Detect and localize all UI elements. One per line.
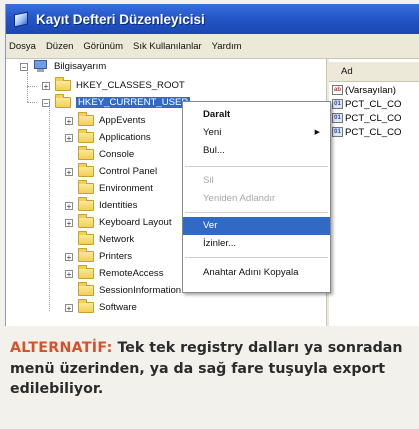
folder-icon [78, 231, 94, 245]
expand-icon[interactable]: + [42, 81, 50, 90]
menu-separator [185, 257, 328, 258]
folder-icon [78, 112, 94, 126]
context-item-new[interactable]: Yeni ▶ [183, 124, 330, 142]
tree-item-keyboard-layout[interactable]: + Keyboard Layout [65, 214, 172, 230]
caption-tag: ALTERNATİF: [10, 340, 113, 356]
values-pane: Ad ab (Varsayılan) 01 PCT_CL_CO 01 PCT_C… [329, 59, 419, 326]
expand-icon[interactable]: + [65, 201, 73, 210]
registry-editor-icon [12, 10, 30, 28]
tree-item-appevents[interactable]: + AppEvents [65, 112, 146, 128]
tree-item-software[interactable]: + Software [65, 299, 137, 315]
folder-icon [78, 265, 94, 279]
tree-hive-current-user[interactable]: − HKEY_CURRENT_USER [42, 94, 191, 110]
tree-item-label: Network [99, 234, 135, 245]
figure-caption: ALTERNATİF: Tek tek registry dalları ya … [10, 338, 410, 400]
registry-editor-window: Kayıt Defteri Düzenleyicisi Dosya Düzen … [5, 4, 419, 326]
context-item-export[interactable]: Ver [183, 217, 330, 235]
expand-icon[interactable]: + [65, 116, 73, 125]
menu-edit[interactable]: Düzen [41, 41, 78, 52]
menu-file[interactable]: Dosya [6, 41, 41, 52]
menu-help[interactable]: Yardım [207, 41, 247, 52]
tree-item-label: Software [99, 302, 137, 313]
tree-item-network[interactable]: Network [78, 231, 135, 247]
collapse-icon[interactable]: − [20, 62, 28, 71]
folder-icon [78, 299, 94, 313]
value-row[interactable]: ab (Varsayılan) [332, 83, 396, 97]
tree-item-label: AppEvents [99, 115, 146, 126]
folder-icon [78, 129, 94, 143]
context-item-copy-key-name[interactable]: Anahtar Adını Kopyala [183, 264, 330, 282]
tree-root-label: Bilgisayarım [54, 61, 107, 72]
tree-item-label: SessionInformation [99, 285, 182, 296]
title-bar[interactable]: Kayıt Defteri Düzenleyicisi [6, 4, 419, 34]
binary-value-icon: 01 [332, 127, 343, 137]
submenu-arrow-icon: ▶ [314, 129, 320, 136]
value-name: PCT_CL_CO [345, 126, 402, 138]
column-header-name[interactable]: Ad [329, 61, 419, 82]
menu-favorites[interactable]: Sık Kullanılanlar [128, 41, 207, 52]
value-name: PCT_CL_CO [345, 98, 402, 110]
string-value-icon: ab [332, 85, 343, 95]
tree-item-printers[interactable]: + Printers [65, 248, 133, 264]
context-item-collapse[interactable]: Daralt [183, 106, 330, 124]
expand-icon[interactable]: + [65, 218, 73, 227]
my-computer-icon [33, 60, 49, 73]
tree-item-label: RemoteAccess [99, 268, 164, 279]
binary-value-icon: 01 [332, 99, 343, 109]
context-item-delete: Sil [203, 175, 214, 186]
context-item-find[interactable]: Bul... [183, 142, 330, 160]
folder-icon [78, 146, 94, 160]
folder-icon [78, 282, 94, 296]
tree-item-label: Console [99, 149, 135, 160]
folder-icon [78, 197, 94, 211]
tree-hive-label-selected: HKEY_CURRENT_USER [76, 97, 191, 108]
folder-icon [78, 214, 94, 228]
tree-item-console[interactable]: Console [78, 146, 135, 162]
tree-hive-label: HKEY_CLASSES_ROOT [76, 80, 185, 91]
folder-icon [55, 77, 71, 91]
context-item-rename: Yeniden Adlandır [203, 193, 276, 204]
expand-icon[interactable]: + [65, 303, 73, 312]
folder-open-icon [55, 94, 71, 108]
menu-separator [185, 166, 328, 167]
expand-icon[interactable]: + [65, 269, 73, 278]
value-name: PCT_CL_CO [345, 112, 402, 124]
tree-item-environment[interactable]: Environment [78, 180, 153, 196]
tree-item-label: Control Panel [99, 166, 158, 177]
value-name: (Varsayılan) [345, 84, 397, 96]
expand-icon[interactable]: + [65, 133, 73, 142]
expand-icon[interactable]: + [65, 167, 73, 176]
tree-item-label: Environment [99, 183, 153, 194]
menu-view[interactable]: Görünüm [78, 41, 128, 52]
folder-icon [78, 248, 94, 262]
tree-item-identities[interactable]: + Identities [65, 197, 138, 213]
tree-item-applications[interactable]: + Applications [65, 129, 151, 145]
tree-root[interactable]: − Bilgisayarım [20, 59, 106, 74]
tree-item-sessioninformation[interactable]: SessionInformation [78, 282, 182, 298]
tree-item-remoteaccess[interactable]: + RemoteAccess [65, 265, 164, 281]
menu-bar: Dosya Düzen Görünüm Sık Kullanılanlar Ya… [6, 34, 419, 59]
collapse-icon[interactable]: − [42, 98, 50, 107]
folder-icon [78, 180, 94, 194]
value-row[interactable]: 01 PCT_CL_CO [332, 125, 402, 139]
context-menu: Daralt Yeni ▶ Bul... Sil Yeniden Adlandır… [182, 101, 331, 293]
window-title: Kayıt Defteri Düzenleyicisi [36, 11, 205, 27]
folder-icon [78, 163, 94, 177]
tree-item-label: Identities [99, 200, 138, 211]
article-figure: Kayıt Defteri Düzenleyicisi Dosya Düzen … [0, 0, 419, 429]
binary-value-icon: 01 [332, 113, 343, 123]
tree-item-label: Printers [99, 251, 133, 262]
tree-item-label: Keyboard Layout [99, 217, 172, 228]
value-row[interactable]: 01 PCT_CL_CO [332, 97, 402, 111]
value-row[interactable]: 01 PCT_CL_CO [332, 111, 402, 125]
tree-item-label: Applications [99, 132, 151, 143]
tree-hive-classes-root[interactable]: + HKEY_CLASSES_ROOT [42, 77, 185, 93]
expand-icon[interactable]: + [65, 252, 73, 261]
context-item-permissions[interactable]: İzinler... [183, 235, 330, 253]
tree-item-control-panel[interactable]: + Control Panel [65, 163, 158, 179]
menu-separator [185, 212, 328, 213]
